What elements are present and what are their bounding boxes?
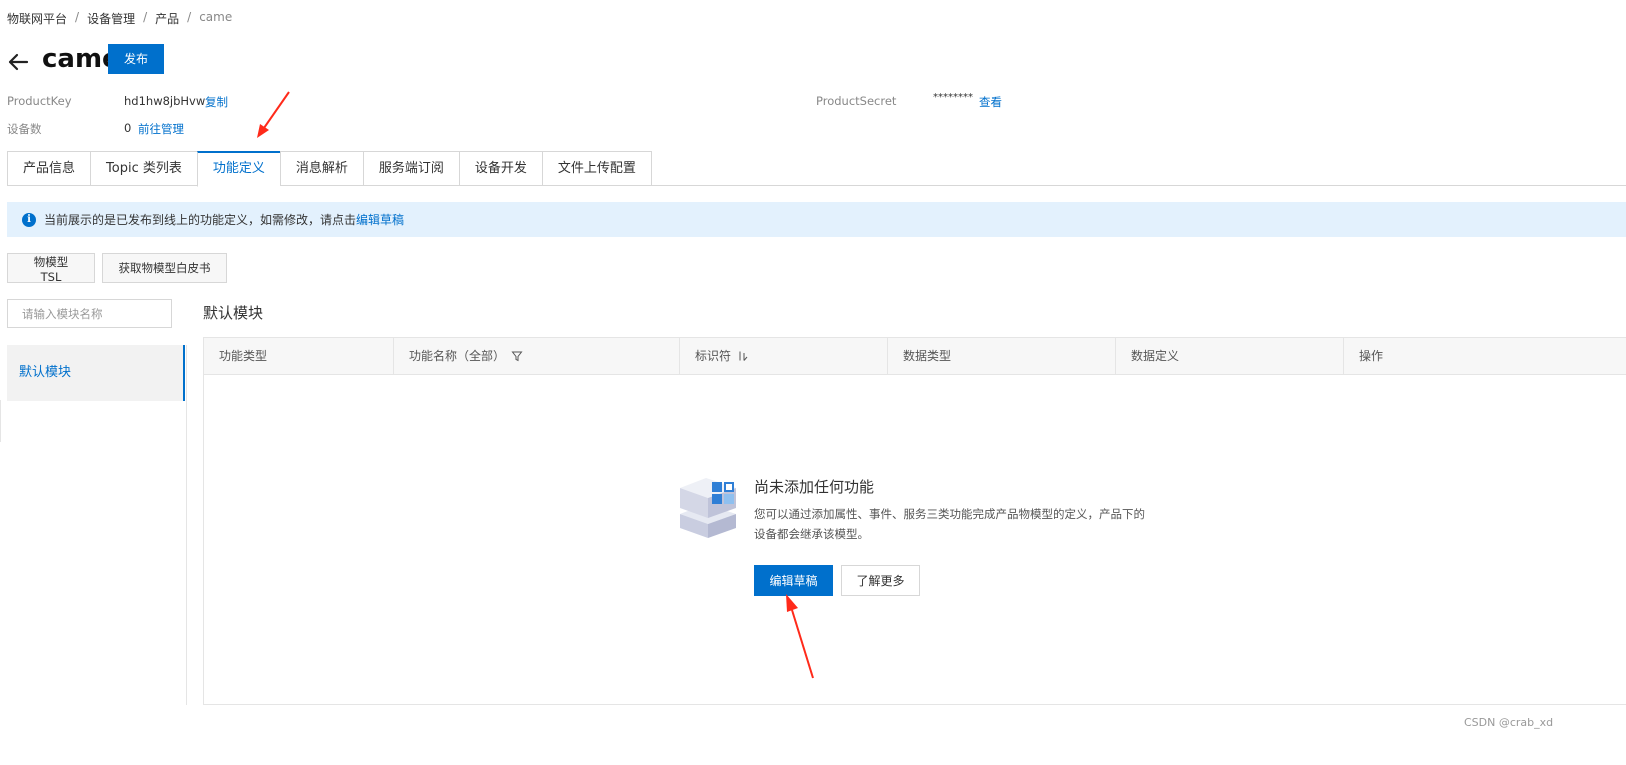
column-label: 数据定义 [1131, 349, 1180, 363]
info-notice: i 当前展示的是已发布到线上的功能定义，如需修改，请点击 编辑草稿 [7, 202, 1626, 237]
column-function-type: 功能类型 [204, 338, 394, 374]
column-label: 功能类型 [219, 349, 268, 363]
manage-link[interactable]: 前往管理 [138, 121, 184, 137]
breadcrumb-separator: / [143, 10, 148, 24]
learn-more-button[interactable]: 了解更多 [841, 565, 920, 596]
column-label: 数据类型 [903, 349, 952, 363]
tab-file-upload-config[interactable]: 文件上传配置 [541, 151, 652, 186]
column-data-type: 数据类型 [888, 338, 1116, 374]
tab-bar: 产品信息 Topic 类列表 功能定义 消息解析 服务端订阅 设备开发 文件上传… [7, 151, 652, 187]
breadcrumb-separator: / [75, 10, 80, 24]
table-header: 功能类型 功能名称（全部） 标识符 数据类型 数据定义 操作 [204, 338, 1626, 375]
product-secret-value: ******** [933, 92, 973, 103]
view-secret-link[interactable]: 查看 [979, 94, 1002, 110]
watermark-text: CSDN @crab_xd [1464, 716, 1554, 729]
tsl-button[interactable]: 物模型 TSL [7, 253, 95, 284]
empty-state-description: 您可以通过添加属性、事件、服务三类功能完成产品物模型的定义，产品下的设备都会继承… [754, 507, 1145, 541]
module-search-input[interactable] [8, 305, 170, 322]
breadcrumb: 物联网平台 / 设备管理 / 产品 / came [7, 10, 232, 27]
whitepaper-button[interactable]: 获取物模型白皮书 [102, 253, 227, 283]
publish-button[interactable]: 发布 [108, 44, 164, 74]
device-count-label: 设备数 [7, 122, 42, 136]
column-data-definition: 数据定义 [1116, 338, 1344, 374]
back-arrow-icon[interactable] [6, 50, 30, 74]
copy-link[interactable]: 复制 [205, 94, 228, 110]
product-secret-label: ProductSecret [816, 94, 897, 108]
column-label: 标识符 [695, 349, 732, 363]
column-label: 功能名称（全部） [409, 349, 506, 363]
tab-function-definition[interactable]: 功能定义 [196, 151, 280, 187]
tab-device-development[interactable]: 设备开发 [458, 151, 542, 186]
tab-topic-list[interactable]: Topic 类列表 [90, 151, 197, 186]
column-operation: 操作 [1344, 338, 1626, 374]
empty-state-title: 尚未添加任何功能 [754, 478, 875, 496]
tab-server-subscription[interactable]: 服务端订阅 [362, 151, 459, 186]
product-key-label: ProductKey [7, 94, 72, 108]
column-identifier: 标识符 [680, 338, 888, 374]
annotation-arrow-icon [257, 91, 290, 138]
breadcrumb-separator: / [187, 10, 192, 24]
notice-edit-draft-link[interactable]: 编辑草稿 [356, 211, 404, 228]
filter-icon[interactable] [511, 350, 523, 362]
left-edge-divider [0, 400, 1, 442]
tab-message-parsing[interactable]: 消息解析 [279, 151, 363, 186]
column-function-name: 功能名称（全部） [394, 338, 680, 374]
breadcrumb-product[interactable]: 产品 [155, 10, 179, 27]
module-title: 默认模块 [203, 304, 264, 322]
column-label: 操作 [1359, 349, 1384, 363]
empty-box-icon [680, 478, 736, 538]
module-search [7, 299, 172, 328]
edit-draft-button[interactable]: 编辑草稿 [754, 565, 833, 596]
tab-product-info[interactable]: 产品信息 [7, 151, 91, 186]
notice-text: 当前展示的是已发布到线上的功能定义，如需修改，请点击 [44, 213, 357, 227]
sidebar-item-default-module[interactable]: 默认模块 [7, 345, 185, 401]
breadcrumb-iot-platform[interactable]: 物联网平台 [7, 10, 67, 27]
info-icon: i [22, 212, 36, 227]
breadcrumb-current: came [199, 10, 233, 24]
product-key-value: hd1hw8jbHvw [124, 94, 206, 108]
sidebar-divider [186, 345, 187, 705]
breadcrumb-device-management[interactable]: 设备管理 [87, 10, 135, 27]
sort-icon[interactable] [737, 350, 749, 362]
device-count-value: 0 [124, 121, 132, 135]
